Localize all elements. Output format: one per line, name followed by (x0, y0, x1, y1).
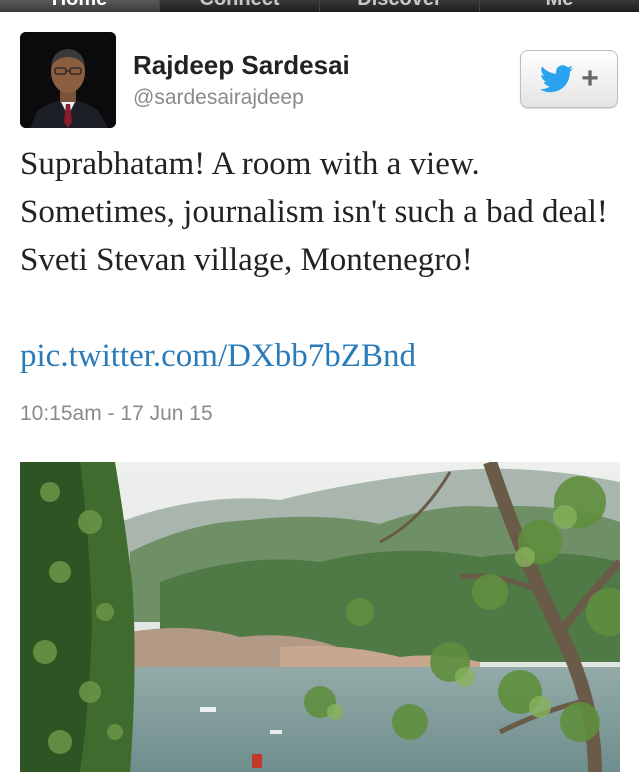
twitter-bird-icon (540, 65, 574, 93)
tab-me[interactable]: Me (480, 0, 639, 12)
follow-plus-label: + (581, 62, 599, 95)
tab-bar: Home Connect Discover Me (0, 0, 639, 12)
author-handle[interactable]: @sardesairajdeep (133, 86, 304, 110)
tweet-photo[interactable] (20, 462, 620, 772)
avatar[interactable] (20, 32, 116, 128)
tweet-media-link[interactable]: pic.twitter.com/DXbb7bZBnd (20, 332, 416, 380)
landscape-image (20, 462, 620, 772)
follow-button[interactable]: + (520, 50, 618, 108)
tweet-text: Suprabhatam! A room with a view. Sometim… (20, 146, 608, 278)
tab-discover-label: Discover (320, 0, 479, 11)
avatar-image (20, 32, 116, 128)
tab-connect[interactable]: Connect (160, 0, 320, 12)
tab-connect-label: Connect (160, 0, 319, 11)
tab-home-label: Home (0, 0, 159, 11)
tab-discover[interactable]: Discover (320, 0, 480, 12)
tab-me-label: Me (480, 0, 639, 11)
tab-home[interactable]: Home (0, 0, 160, 12)
author-name[interactable]: Rajdeep Sardesai (133, 50, 350, 81)
tweet-timestamp[interactable]: 10:15am - 17 Jun 15 (20, 402, 213, 426)
